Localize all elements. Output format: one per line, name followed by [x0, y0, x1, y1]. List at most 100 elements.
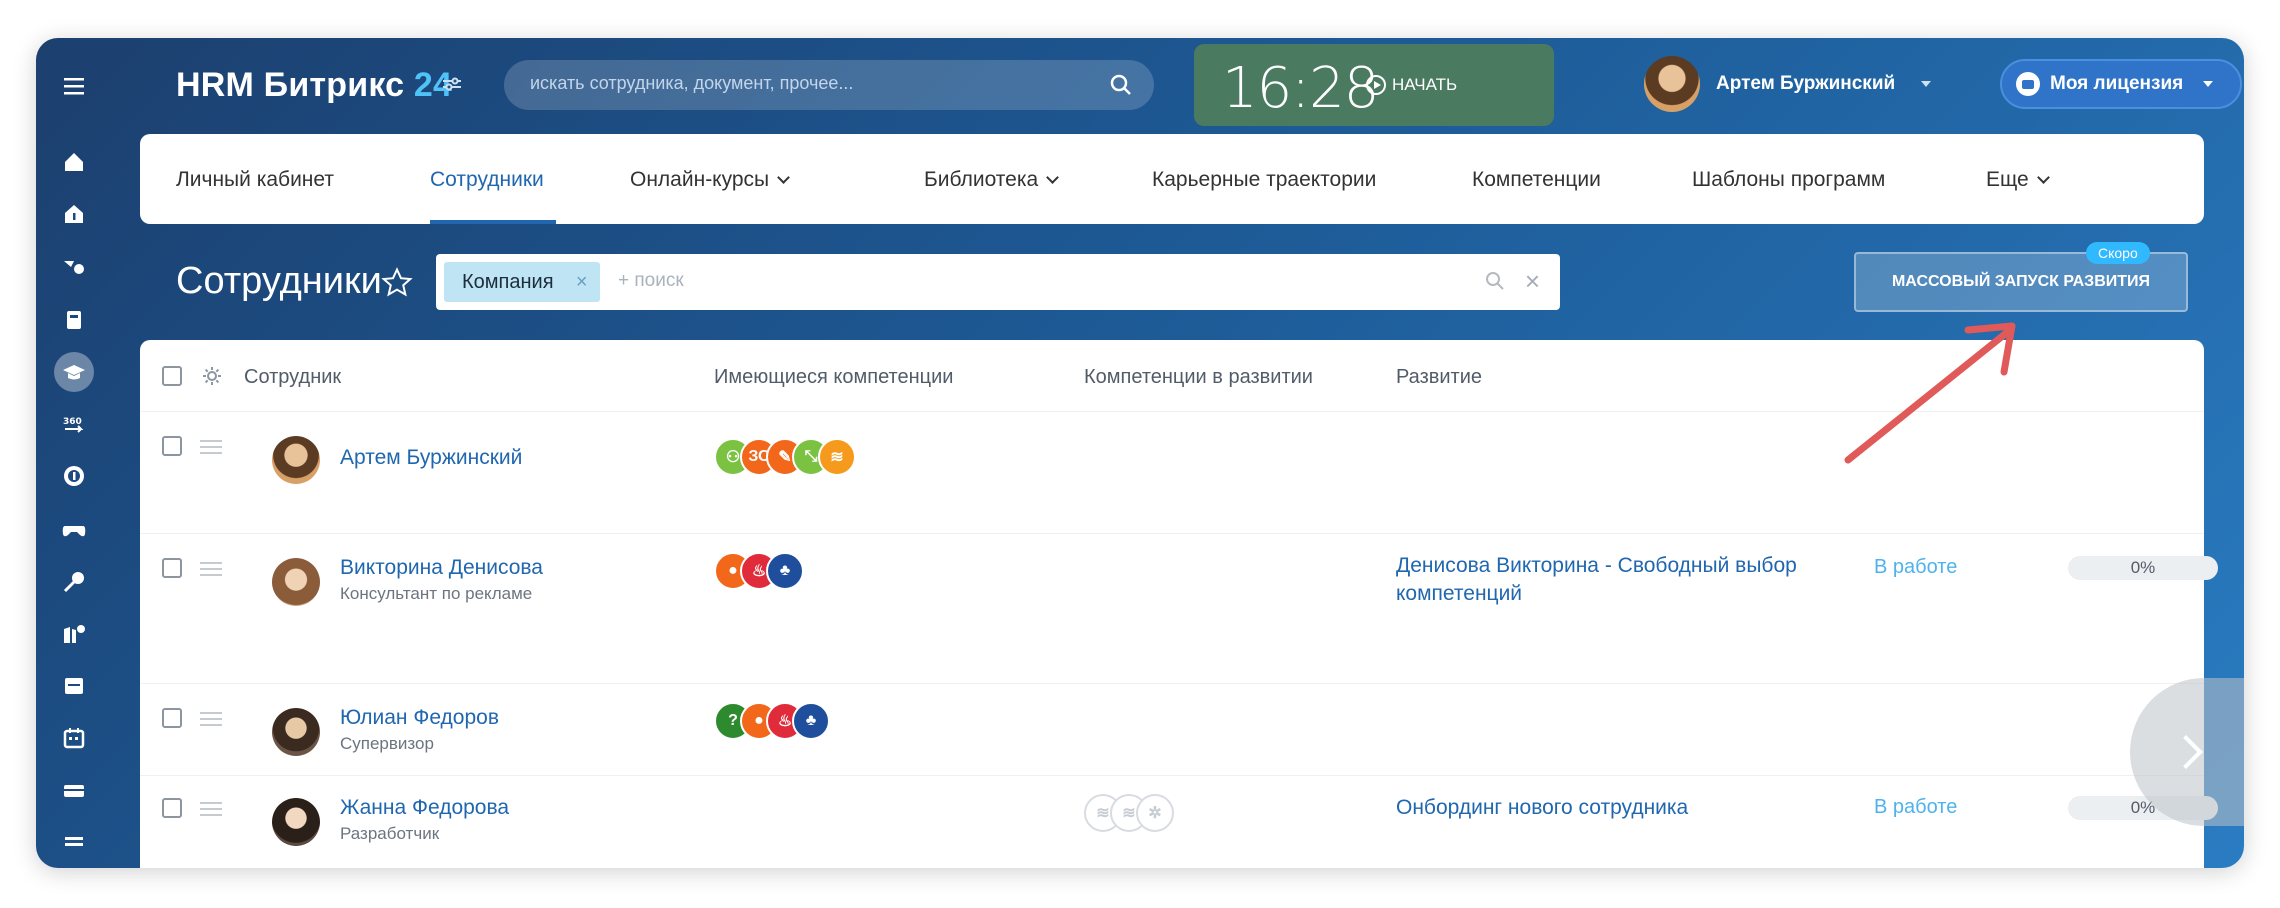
- home-icon[interactable]: [54, 142, 94, 182]
- column-development[interactable]: Развитие: [1396, 366, 1482, 389]
- status-badge: В работе: [1874, 796, 1958, 818]
- status-badge: В работе: [1874, 556, 1958, 578]
- tab-more[interactable]: Еще: [1986, 168, 2050, 192]
- tab-competencies[interactable]: Компетенции: [1472, 168, 1601, 192]
- filter-chip[interactable]: Компания ×: [444, 262, 600, 302]
- tab-online-courses-label: Онлайн-курсы: [630, 168, 770, 191]
- top-bar: HRM Битрикс 24 16:28 НАЧАТЬ Артем Буржин…: [112, 38, 2244, 130]
- clear-icon[interactable]: ×: [1525, 266, 1540, 297]
- tab-more-label: Еще: [1986, 168, 2029, 191]
- timer-start-label: НАЧАТЬ: [1392, 75, 1458, 94]
- settings-sliders-icon[interactable]: [440, 72, 464, 96]
- app-window: 360 HRM Битрикс 24 искать сотрудника, до…: [36, 38, 2244, 868]
- tab-career-paths[interactable]: Карьерные траектории: [1152, 168, 1376, 192]
- user-avatar: [1644, 56, 1700, 112]
- row-checkbox[interactable]: [162, 558, 182, 578]
- avatar: [272, 708, 320, 756]
- filter-search-placeholder[interactable]: + поиск: [618, 270, 684, 292]
- employee-position: Супервизор: [340, 734, 434, 753]
- drag-handle-icon[interactable]: [200, 712, 222, 726]
- brand-logo[interactable]: HRM Битрикс 24: [176, 66, 452, 105]
- developing-competency-badges: ≋ ≋ ✲: [1084, 794, 1174, 832]
- chevron-down-icon: [2203, 81, 2214, 87]
- employee-name[interactable]: Артем Буржинский: [340, 446, 522, 470]
- gear-icon[interactable]: ✲: [1136, 794, 1174, 832]
- filter-bar: Компания × + поиск ×: [436, 254, 1560, 310]
- menu-icon[interactable]: [54, 66, 94, 106]
- competency-badges: ● ♨ ♣: [714, 552, 804, 590]
- signal-icon[interactable]: ≋: [818, 438, 856, 476]
- chip-remove-icon[interactable]: ×: [576, 262, 588, 302]
- search-icon[interactable]: [1108, 72, 1134, 98]
- target-icon[interactable]: [54, 456, 94, 496]
- employee-name[interactable]: Викторина Денисова: [340, 556, 543, 580]
- table-row: Юлиан Федоров Супервизор ? ● ♨ ♣: [140, 684, 2204, 776]
- select-all-checkbox[interactable]: [162, 366, 182, 386]
- chevron-down-icon: [1921, 81, 1932, 87]
- tab-library-label: Библиотека: [924, 168, 1039, 191]
- section-nav: Личный кабинет Сотрудники Онлайн-курсы Б…: [140, 134, 2204, 224]
- column-competencies[interactable]: Имеющиеся компетенции: [714, 366, 953, 389]
- tab-online-courses[interactable]: Онлайн-курсы: [630, 168, 791, 192]
- chevron-down-icon: [777, 171, 791, 184]
- grid-header: Сотрудник Имеющиеся компетенции Компетен…: [140, 340, 2204, 412]
- drag-handle-icon[interactable]: [200, 562, 222, 576]
- info-house-icon[interactable]: [54, 194, 94, 234]
- feedback-360-icon[interactable]: 360: [54, 404, 94, 444]
- competency-badges: ? ● ♨ ♣: [714, 702, 830, 740]
- user-menu[interactable]: Артем Буржинский: [1644, 56, 1932, 112]
- drag-handle-icon[interactable]: [200, 440, 222, 454]
- gamepad-icon[interactable]: [54, 510, 94, 550]
- schedule-icon[interactable]: [54, 718, 94, 758]
- employee-name[interactable]: Жанна Федорова: [340, 796, 509, 820]
- chevron-down-icon: [1046, 171, 1060, 184]
- search-icon[interactable]: [1484, 270, 1506, 292]
- work-timer[interactable]: 16:28 НАЧАТЬ: [1194, 44, 1554, 126]
- column-employee[interactable]: Сотрудник: [244, 366, 341, 389]
- development-program-link[interactable]: Денисова Викторина - Свободный выбор ком…: [1396, 552, 1826, 608]
- drag-handle-icon[interactable]: [200, 802, 222, 816]
- play-icon: [1366, 75, 1386, 95]
- inbox-icon[interactable]: [54, 770, 94, 810]
- license-label: Моя лицензия: [2050, 73, 2184, 94]
- user-name: Артем Буржинский: [1716, 73, 1896, 94]
- graduation-cap-icon[interactable]: [54, 352, 94, 392]
- license-button[interactable]: Моя лицензия: [2000, 59, 2242, 109]
- tab-library[interactable]: Библиотека: [924, 168, 1060, 192]
- development-program-link[interactable]: Онбординг нового сотрудника: [1396, 794, 1688, 822]
- avatar: [272, 558, 320, 606]
- employees-grid: Сотрудник Имеющиеся компетенции Компетен…: [140, 340, 2218, 868]
- global-search-input[interactable]: [530, 73, 1090, 94]
- table-row: Викторина Денисова Консультант по реклам…: [140, 534, 2218, 684]
- tab-program-templates[interactable]: Шаблоны программ: [1692, 168, 1885, 192]
- map-pin-icon[interactable]: [54, 614, 94, 654]
- left-icon-rail: 360: [36, 38, 112, 868]
- employee-position: Разработчик: [340, 824, 440, 843]
- team-icon[interactable]: [54, 248, 94, 288]
- hierarchy-icon[interactable]: ♣: [766, 552, 804, 590]
- filter-chip-label: Компания: [462, 271, 554, 293]
- list-icon[interactable]: [54, 822, 94, 862]
- row-checkbox[interactable]: [162, 708, 182, 728]
- tab-employees[interactable]: Сотрудники: [430, 168, 544, 192]
- employee-name[interactable]: Юлиан Федоров: [340, 706, 499, 730]
- active-tab-underline: [430, 220, 556, 224]
- page-title: Сотрудники: [176, 260, 382, 302]
- svg-text:360: 360: [63, 417, 82, 427]
- calendar-icon[interactable]: [54, 666, 94, 706]
- key-icon[interactable]: [54, 562, 94, 602]
- book-icon[interactable]: [54, 300, 94, 340]
- progress-bar: 0%: [2068, 556, 2218, 580]
- avatar: [272, 798, 320, 846]
- row-checkbox[interactable]: [162, 436, 182, 456]
- table-row: Артем Буржинский ⚇ ЗС ✎ ⤡ ≋: [140, 412, 2204, 534]
- hierarchy-icon[interactable]: ♣: [792, 702, 830, 740]
- column-in-development[interactable]: Компетенции в развитии: [1084, 366, 1313, 389]
- row-checkbox[interactable]: [162, 798, 182, 818]
- competency-badges: ⚇ ЗС ✎ ⤡ ≋: [714, 438, 856, 476]
- timer-start-button[interactable]: НАЧАТЬ: [1366, 75, 1457, 95]
- global-search: [504, 60, 1154, 110]
- tab-personal-cabinet[interactable]: Личный кабинет: [176, 168, 334, 192]
- star-icon[interactable]: [380, 266, 414, 300]
- gear-icon[interactable]: [202, 366, 222, 386]
